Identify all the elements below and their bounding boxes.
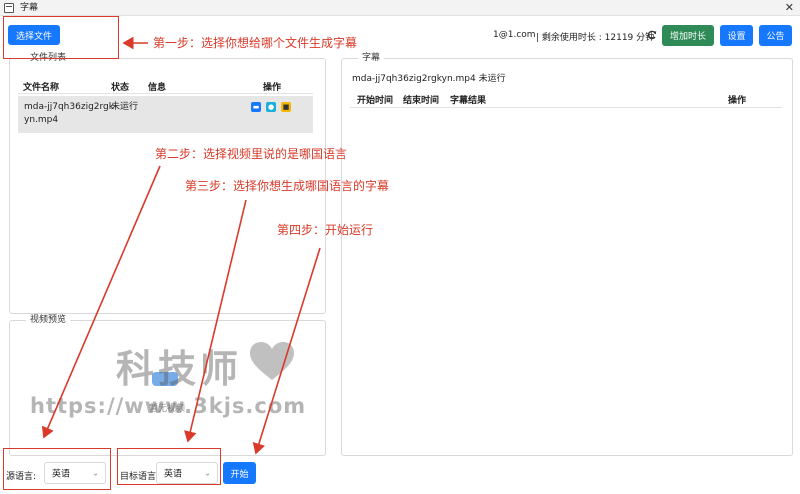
annotation-step1: 第一步：选择你想给哪个文件生成字幕 (153, 36, 358, 50)
annotation-step2: 第二步：选择视频里说的是哪国语言 (155, 147, 348, 161)
arrow-step4 (252, 247, 321, 455)
app-window: 字幕 ✕ 选择文件 1@1.com | 剩余使用时长 : 12119 分钟 增加… (0, 0, 800, 494)
annotation-step4: 第四步：开始运行 (277, 223, 374, 237)
arrow-step3 (184, 199, 247, 443)
annotation-arrows (41, 36, 321, 455)
annotation-step3: 第三步：选择你想生成哪国语言的字幕 (185, 179, 390, 193)
arrow-step2 (41, 165, 161, 439)
